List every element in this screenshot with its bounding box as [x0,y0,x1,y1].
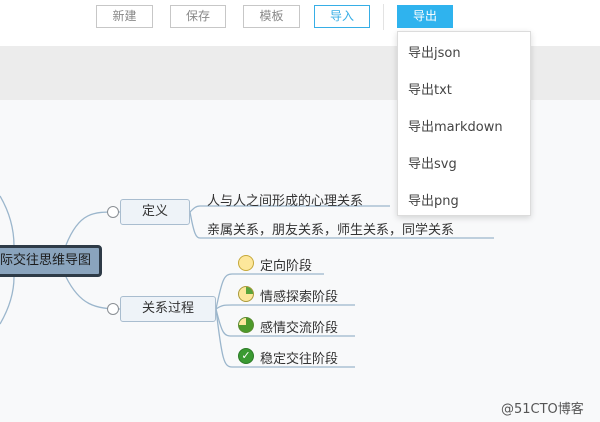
export-svg-item[interactable]: 导出svg [408,153,457,172]
progress-75-icon [238,317,254,333]
root-node[interactable]: 际交往思维导图 [0,245,102,277]
export-json-item[interactable]: 导出json [408,42,461,61]
branch-node-definition[interactable]: 定义 [120,199,190,225]
leaf-node[interactable]: 情感探索阶段 [260,286,338,305]
export-png-item[interactable]: 导出png [408,190,459,209]
export-txt-item[interactable]: 导出txt [408,79,452,98]
leaf-node[interactable]: 亲属关系，朋友关系，师生关系，同学关系 [207,219,454,238]
leaf-node[interactable]: 定向阶段 [260,255,312,274]
leaf-node[interactable]: 感情交流阶段 [260,317,338,336]
progress-0-icon [238,255,254,271]
progress-complete-icon: ✓ [238,348,254,364]
watermark: @51CTO博客 [501,402,584,417]
progress-25-icon [238,286,254,302]
export-menu: 导出json 导出txt 导出markdown 导出svg 导出png [397,31,531,216]
link-proc-child-2 [215,304,355,310]
branch-node-process[interactable]: 关系过程 [120,296,216,322]
export-markdown-item[interactable]: 导出markdown [408,116,503,135]
root-link-upper [0,195,15,247]
collapse-toggle-definition[interactable] [107,206,119,218]
leaf-node[interactable]: 人与人之间形成的心理关系 [207,190,363,209]
leaf-node[interactable]: 稳定交往阶段 [260,348,338,367]
collapse-toggle-process[interactable] [107,303,119,315]
root-link-lower [0,276,15,325]
